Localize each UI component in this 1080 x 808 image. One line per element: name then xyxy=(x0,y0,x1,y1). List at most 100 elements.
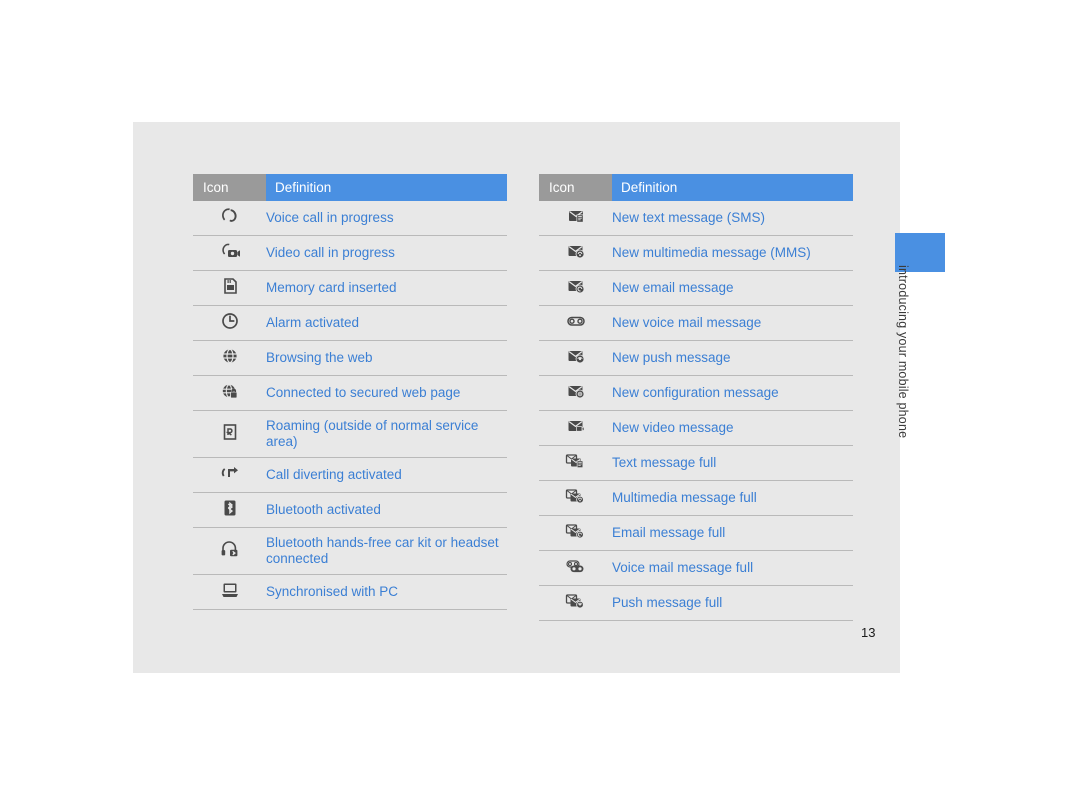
definition-cell: Push message full xyxy=(612,585,853,621)
table-row: New text message (SMS) xyxy=(539,201,853,236)
table-row: Browsing the web xyxy=(193,340,507,376)
call-divert-icon xyxy=(217,461,243,485)
table-right: Icon Definition New text message (SMS) N… xyxy=(539,174,853,621)
icon-cell xyxy=(539,515,612,551)
definition-cell: New video message xyxy=(612,410,853,446)
table-row: New push message xyxy=(539,340,853,376)
icon-cell xyxy=(539,375,612,411)
table-row: Push message full xyxy=(539,585,853,621)
document-page: Icon Definition Voice call in progress V… xyxy=(133,122,900,673)
icon-cell xyxy=(539,201,612,236)
icon-table-left: Icon Definition Voice call in progress V… xyxy=(193,174,507,621)
icon-table-right: Icon Definition New text message (SMS) N… xyxy=(539,174,853,621)
table-row: Roaming (outside of normal service area) xyxy=(193,410,507,458)
icon-cell xyxy=(539,410,612,446)
side-chapter-label-text: introducing your mobile phone xyxy=(896,265,910,439)
email-message-full-icon xyxy=(563,519,589,543)
sync-pc-icon xyxy=(217,578,243,602)
table-header-row: Icon Definition xyxy=(193,174,507,201)
table-row: Video call in progress xyxy=(193,235,507,271)
definition-cell: New text message (SMS) xyxy=(612,201,853,236)
table-row: Text message full xyxy=(539,445,853,481)
page-number: 13 xyxy=(861,625,876,640)
memory-card-icon xyxy=(217,274,243,298)
video-call-icon xyxy=(217,239,243,263)
definition-cell: New voice mail message xyxy=(612,305,853,341)
definition-cell: Multimedia message full xyxy=(612,480,853,516)
definition-cell: Alarm activated xyxy=(266,305,507,341)
text-message-full-icon xyxy=(563,449,589,473)
voice-mail-full-icon xyxy=(563,554,589,578)
definition-cell: Bluetooth hands-free car kit or headset … xyxy=(266,527,507,575)
table-row: Bluetooth hands-free car kit or headset … xyxy=(193,527,507,575)
icon-cell xyxy=(539,585,612,621)
new-configuration-message-icon xyxy=(563,379,589,403)
icon-cell xyxy=(539,270,612,306)
table-row: Call diverting activated xyxy=(193,457,507,493)
icon-cell xyxy=(539,480,612,516)
new-mms-icon xyxy=(563,239,589,263)
header-icon: Icon xyxy=(539,174,612,201)
table-row: Multimedia message full xyxy=(539,480,853,516)
definition-cell: Memory card inserted xyxy=(266,270,507,306)
icon-cell xyxy=(193,235,266,271)
table-row: Email message full xyxy=(539,515,853,551)
icon-cell xyxy=(193,305,266,341)
definition-cell: Voice mail message full xyxy=(612,550,853,586)
definition-cell: Roaming (outside of normal service area) xyxy=(266,410,507,458)
table-row: New video message xyxy=(539,410,853,446)
new-sms-icon xyxy=(563,204,589,228)
table-row: New email message xyxy=(539,270,853,306)
new-email-icon xyxy=(563,274,589,298)
new-voicemail-icon xyxy=(563,309,589,333)
table-row: Synchronised with PC xyxy=(193,574,507,610)
definition-cell: New email message xyxy=(612,270,853,306)
definition-cell: Synchronised with PC xyxy=(266,574,507,610)
new-push-message-icon xyxy=(563,344,589,368)
table-row: Voice call in progress xyxy=(193,201,507,236)
icon-cell xyxy=(539,445,612,481)
definition-cell: Browsing the web xyxy=(266,340,507,376)
voice-call-icon xyxy=(217,204,243,228)
definition-cell: Bluetooth activated xyxy=(266,492,507,528)
icon-cell xyxy=(539,235,612,271)
icon-cell xyxy=(539,550,612,586)
roaming-icon xyxy=(217,420,243,444)
alarm-clock-icon xyxy=(217,309,243,333)
push-message-full-icon xyxy=(563,589,589,613)
secure-web-icon xyxy=(217,379,243,403)
table-row: Voice mail message full xyxy=(539,550,853,586)
new-video-message-icon xyxy=(563,414,589,438)
table-row: New configuration message xyxy=(539,375,853,411)
header-definition: Definition xyxy=(266,174,507,201)
globe-web-icon xyxy=(217,344,243,368)
icon-cell xyxy=(193,201,266,236)
definition-cell: Voice call in progress xyxy=(266,201,507,236)
icon-cell xyxy=(193,410,266,458)
icon-cell xyxy=(193,340,266,376)
icon-cell xyxy=(539,340,612,376)
header-definition: Definition xyxy=(612,174,853,201)
table-row: New voice mail message xyxy=(539,305,853,341)
definition-cell: New configuration message xyxy=(612,375,853,411)
definition-cell: Call diverting activated xyxy=(266,457,507,493)
table-row: Bluetooth activated xyxy=(193,492,507,528)
bluetooth-headset-icon xyxy=(217,537,243,561)
table-row: Memory card inserted xyxy=(193,270,507,306)
header-icon: Icon xyxy=(193,174,266,201)
side-chapter-label: introducing your mobile phone xyxy=(880,265,920,495)
definition-cell: New push message xyxy=(612,340,853,376)
icon-cell xyxy=(193,527,266,575)
icon-cell xyxy=(193,574,266,610)
definition-cell: Text message full xyxy=(612,445,853,481)
icon-cell xyxy=(539,305,612,341)
bluetooth-icon xyxy=(217,496,243,520)
table-left: Icon Definition Voice call in progress V… xyxy=(193,174,507,610)
table-row: Connected to secured web page xyxy=(193,375,507,411)
icon-cell xyxy=(193,492,266,528)
table-row: New multimedia message (MMS) xyxy=(539,235,853,271)
definition-cell: Connected to secured web page xyxy=(266,375,507,411)
table-row: Alarm activated xyxy=(193,305,507,341)
icon-cell xyxy=(193,270,266,306)
multimedia-message-full-icon xyxy=(563,484,589,508)
